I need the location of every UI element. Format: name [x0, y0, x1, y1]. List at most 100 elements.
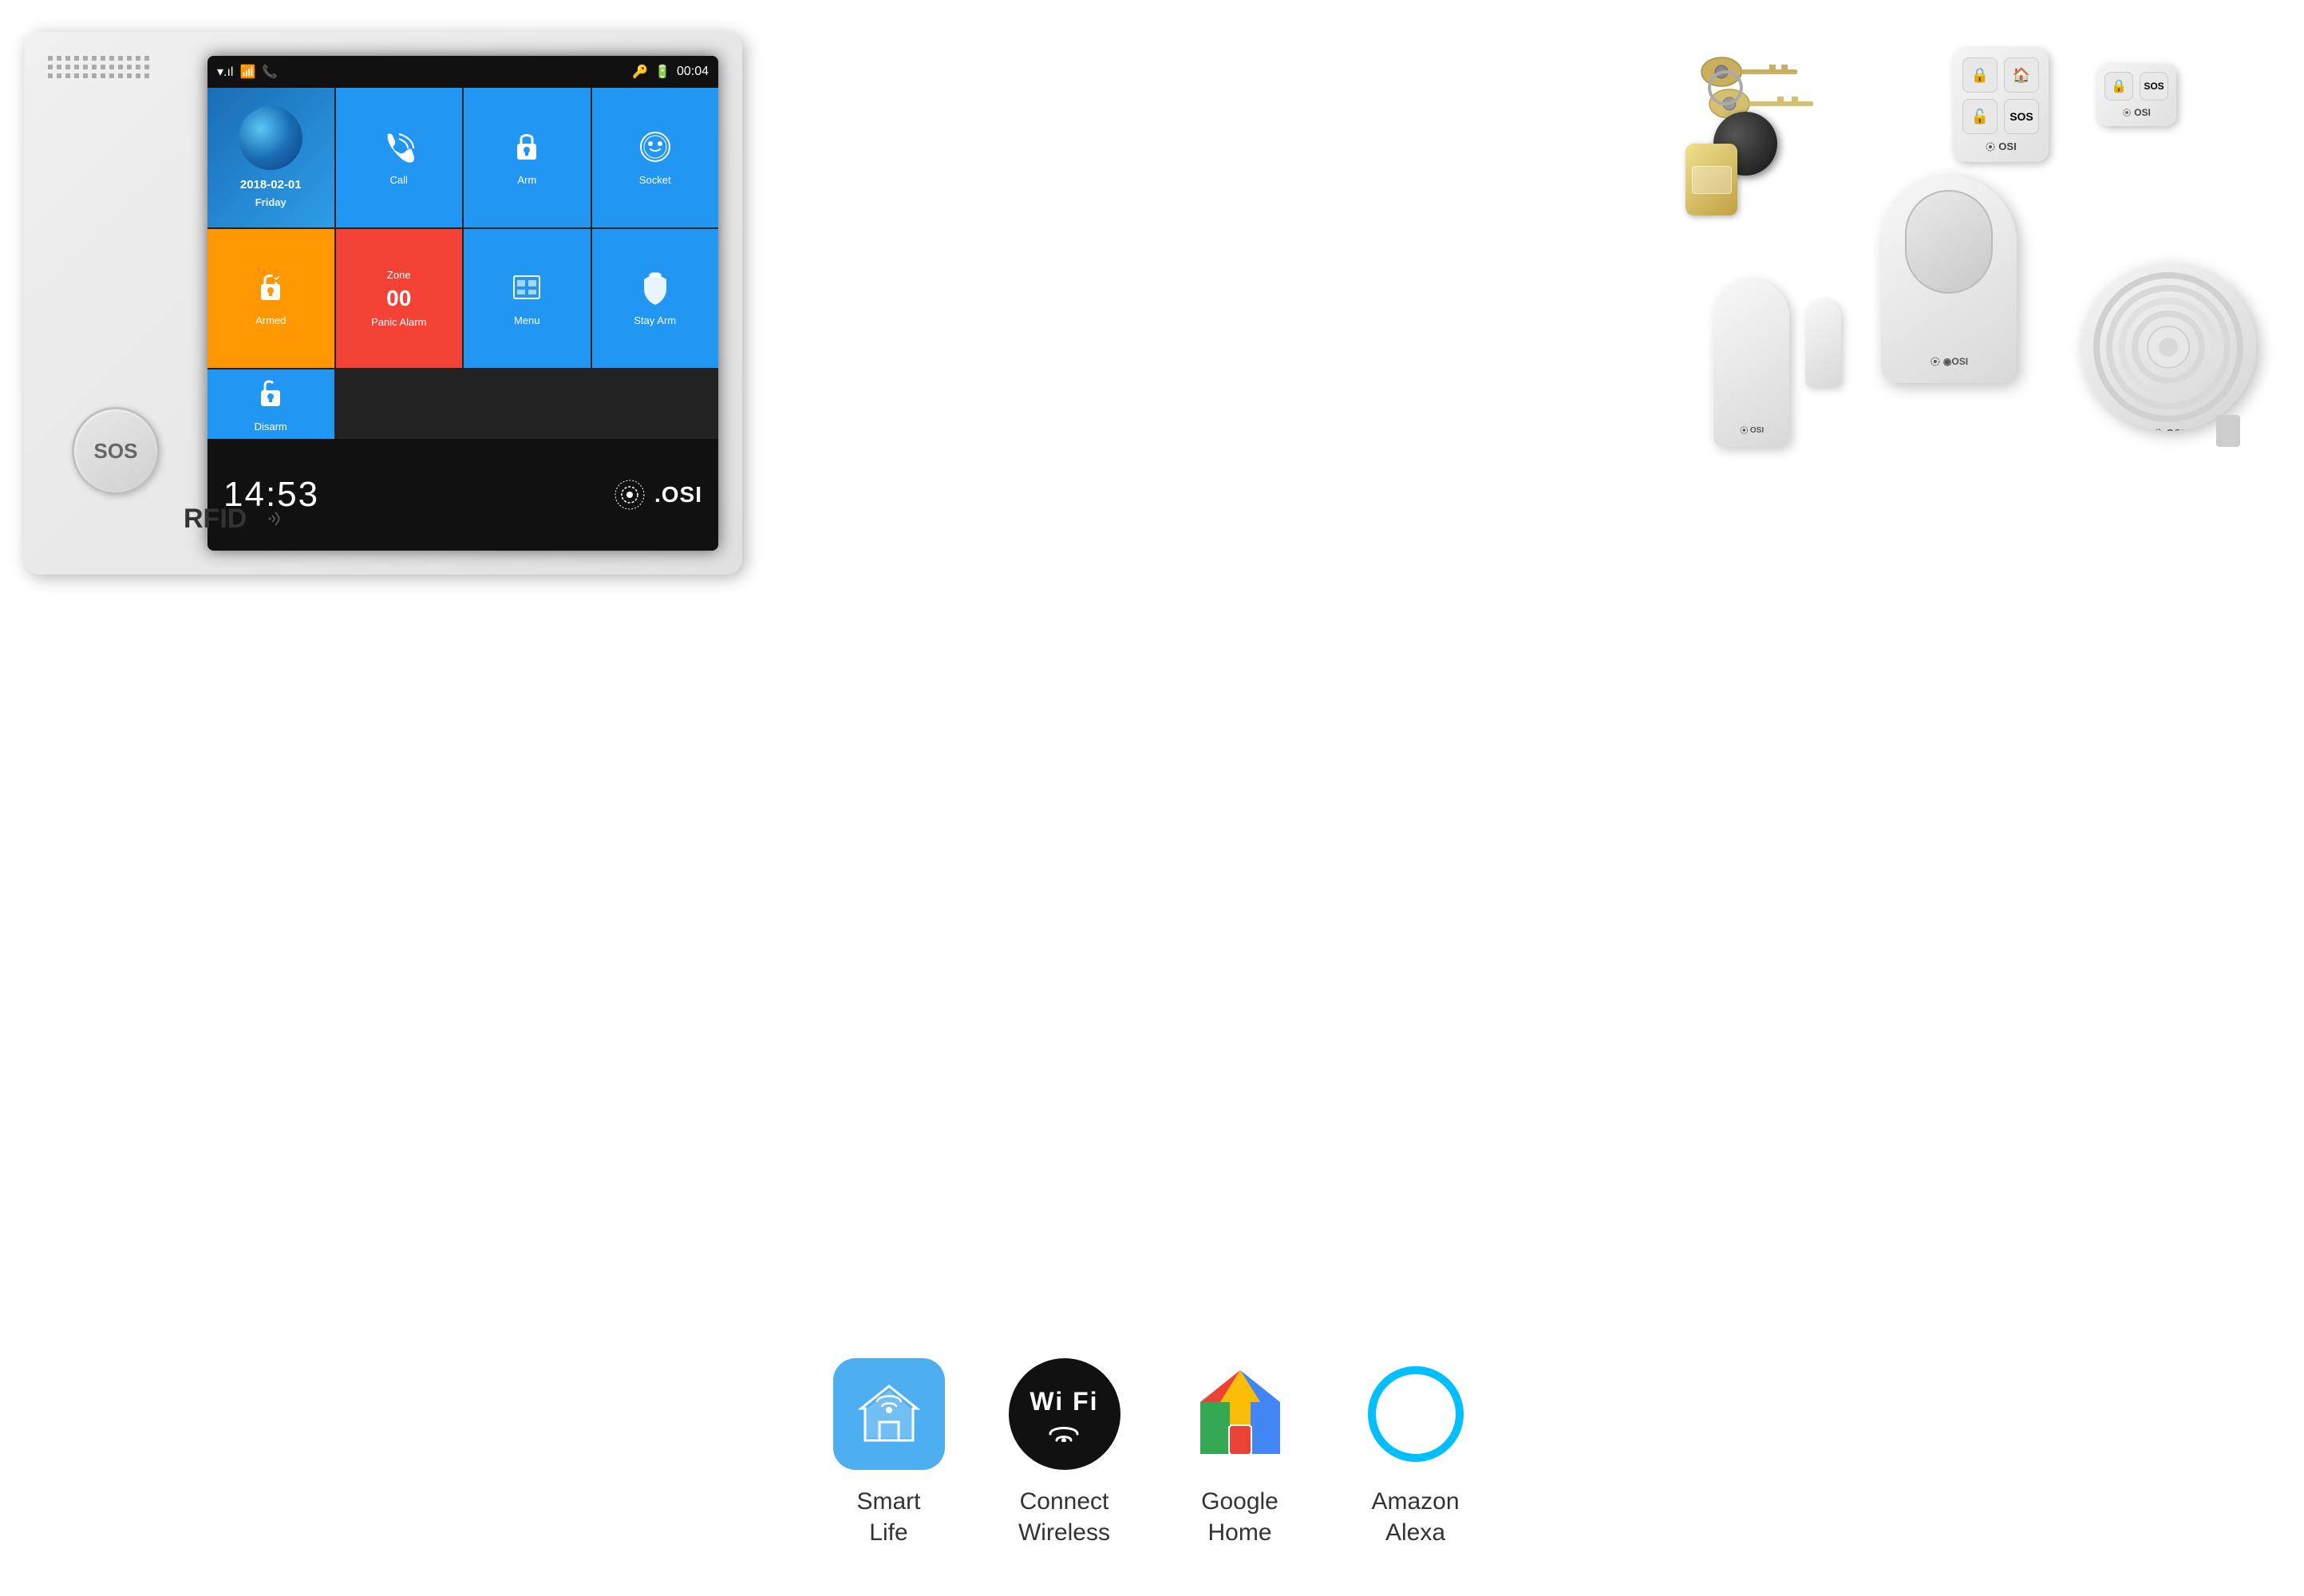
- wifi-status-icon: 📶: [239, 64, 255, 80]
- google-home-label: Google Home: [1201, 1486, 1278, 1548]
- status-right: 🔑 🔋 00:04: [632, 64, 709, 80]
- remote-control-1[interactable]: 🔒 🏠 🔓 SOS OSI: [1953, 48, 2049, 162]
- smart-life-line1: Smart: [856, 1488, 920, 1515]
- remote-brand-2: OSI: [2104, 107, 2168, 118]
- panic-label: Panic Alarm: [371, 316, 426, 328]
- wifi-icon: Wi Fi: [1009, 1358, 1120, 1470]
- remote-buttons-1: 🔒 🏠 🔓 SOS: [1962, 57, 2039, 134]
- armed-cell[interactable]: Armed: [207, 229, 334, 369]
- panic-cell[interactable]: Zone 00 Panic Alarm: [336, 229, 463, 369]
- alexa-feature: Amazon Alexa: [1360, 1358, 1472, 1548]
- siren-mount: [2216, 415, 2240, 447]
- wifi-text: Wi Fi: [1029, 1387, 1098, 1416]
- wifi-feature: Wi Fi Connect Wireless: [1009, 1358, 1120, 1548]
- door-sensor-group: OSI: [1713, 279, 1841, 463]
- menu-icon: [509, 270, 544, 310]
- smart-life-svg: [853, 1378, 925, 1450]
- wifi-line1: Connect: [1020, 1488, 1109, 1515]
- smart-life-icon: [833, 1358, 945, 1470]
- card-fob: [1686, 144, 1737, 215]
- status-bar: ▾.ıl 📶 📞 🔑 🔋 00:04: [207, 56, 718, 88]
- pir-sensor: ◉OSI: [1881, 176, 2017, 383]
- stay-arm-icon: [638, 270, 673, 310]
- disarm-cell[interactable]: Disarm: [207, 369, 334, 439]
- touch-screen[interactable]: ▾.ıl 📶 📞 🔑 🔋 00:04 2018-02-01 Friday: [207, 56, 718, 551]
- pir-brand: ◉OSI: [1930, 356, 1968, 367]
- pir-lens: [1905, 190, 1993, 294]
- siren: OSI: [2081, 263, 2256, 431]
- smart-life-line2: Life: [869, 1519, 907, 1546]
- remote-btn2-sos[interactable]: SOS: [2140, 72, 2168, 101]
- google-home-line2: Home: [1207, 1519, 1271, 1546]
- socket-icon: [638, 129, 673, 169]
- arm-cell[interactable]: Arm: [464, 88, 591, 227]
- alarm-panel: ▾.ıl 📶 📞 🔑 🔋 00:04 2018-02-01 Friday: [24, 32, 742, 575]
- wifi-label: Connect Wireless: [1018, 1486, 1110, 1548]
- remote-btn-lock[interactable]: 🔒: [1962, 57, 1998, 93]
- stay-arm-label: Stay Arm: [634, 314, 676, 326]
- alexa-icon: [1360, 1358, 1472, 1470]
- remote-control-2[interactable]: 🔒 SOS OSI: [2097, 64, 2176, 126]
- date-cell: 2018-02-01 Friday: [207, 88, 334, 227]
- alexa-line2: Alexa: [1385, 1519, 1445, 1546]
- osi-logo-screen: .OSI: [610, 475, 702, 515]
- google-home-feature: Google Home: [1184, 1358, 1296, 1548]
- smart-life-feature: Smart Life: [833, 1358, 945, 1548]
- remote-btn-unlock[interactable]: 🔓: [1962, 99, 1998, 134]
- google-home-svg: [1188, 1362, 1292, 1466]
- zone-number: 00: [386, 286, 411, 311]
- remote-btn-sos[interactable]: SOS: [2004, 99, 2039, 134]
- remote-btn2-lock[interactable]: 🔒: [2104, 72, 2133, 101]
- siren-body: OSI: [2081, 263, 2256, 431]
- wifi-arcs: [1044, 1418, 1084, 1442]
- armed-icon: [253, 270, 288, 310]
- armed-label: Armed: [255, 314, 286, 326]
- call-label: Call: [390, 174, 408, 186]
- siren-brand: OSI: [2152, 427, 2183, 431]
- google-home-line1: Google: [1201, 1488, 1278, 1515]
- screen-grid[interactable]: 2018-02-01 Friday Call: [207, 88, 718, 439]
- door-sensor-brand: OSI: [1739, 425, 1764, 435]
- day-display: Friday: [255, 196, 287, 208]
- door-sensor-main: OSI: [1713, 279, 1789, 447]
- siren-ridges-svg: [2089, 267, 2248, 427]
- door-sensor: OSI: [1713, 279, 1841, 463]
- battery-icon: 🔋: [654, 64, 670, 80]
- remote-btn-home[interactable]: 🏠: [2004, 57, 2039, 93]
- globe-graphic: [239, 106, 302, 170]
- bottom-features: Smart Life Wi Fi Connect Wireless: [833, 1358, 1472, 1548]
- call-cell[interactable]: Call: [336, 88, 463, 227]
- status-left: ▾.ıl 📶 📞: [217, 64, 278, 80]
- menu-label: Menu: [514, 314, 540, 326]
- alexa-line1: Amazon: [1371, 1488, 1459, 1515]
- rfid-text: RFID: [184, 504, 247, 535]
- clock-display: 00:04: [677, 65, 709, 79]
- card-chip: [1692, 166, 1732, 194]
- date-display: 2018-02-01: [240, 178, 302, 192]
- key-icon: 🔑: [632, 64, 648, 80]
- alexa-label: Amazon Alexa: [1371, 1486, 1459, 1548]
- disarm-label: Disarm: [255, 421, 287, 433]
- arm-label: Arm: [517, 174, 536, 186]
- socket-label: Socket: [639, 174, 671, 186]
- stay-arm-cell[interactable]: Stay Arm: [592, 229, 719, 369]
- phone-icon: 📞: [262, 64, 278, 80]
- disarm-icon: [253, 376, 288, 416]
- screen-bottom: 14:53 .OSI: [207, 439, 718, 551]
- pir-body: ◉OSI: [1881, 176, 2017, 383]
- osi-text: .OSI: [654, 482, 702, 508]
- menu-cell[interactable]: Menu: [464, 229, 591, 369]
- call-icon: [381, 129, 417, 169]
- sos-label: SOS: [94, 439, 138, 464]
- socket-cell[interactable]: Socket: [592, 88, 719, 227]
- alexa-svg: [1364, 1362, 1468, 1466]
- rfid-label: RFID: [184, 503, 283, 535]
- remote-brand-1: OSI: [1962, 140, 2039, 152]
- signal-icon: ▾.ıl: [217, 64, 233, 80]
- arm-icon: [509, 129, 544, 169]
- google-home-icon: [1184, 1358, 1296, 1470]
- wifi-line2: Wireless: [1018, 1519, 1110, 1546]
- sos-button[interactable]: SOS: [72, 407, 160, 495]
- smart-life-label: Smart Life: [856, 1486, 920, 1548]
- speaker-grille: [48, 56, 176, 104]
